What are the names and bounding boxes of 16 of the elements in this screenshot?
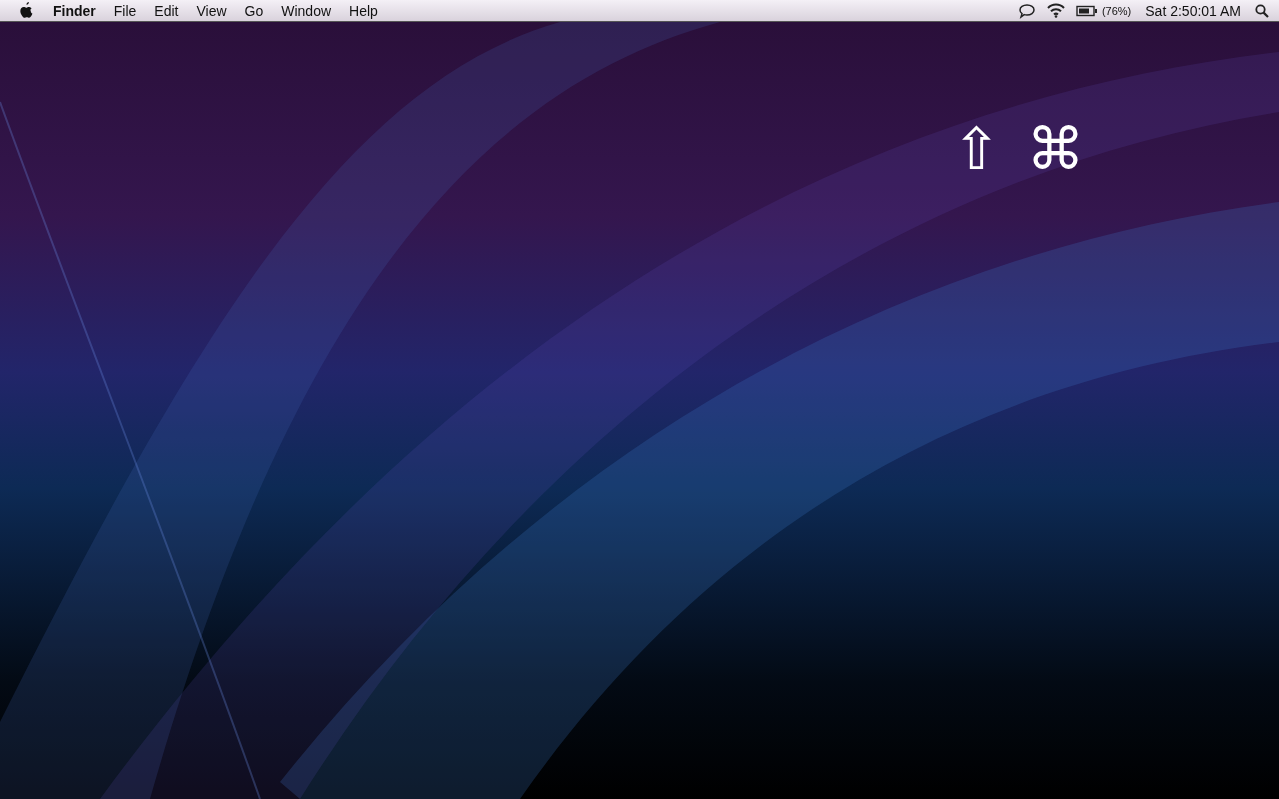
search-icon[interactable]	[1255, 3, 1269, 18]
menu-item[interactable]: Window	[272, 2, 341, 19]
apple-logo-icon[interactable]	[18, 2, 34, 19]
battery-icon[interactable]	[1075, 4, 1098, 17]
menu-item[interactable]: Edit	[145, 2, 188, 19]
battery-percentage: (76%)	[1101, 4, 1132, 17]
menu-item[interactable]: Help	[340, 2, 387, 19]
clock[interactable]: Sat 2:50:01 AM	[1141, 2, 1245, 19]
menu-item[interactable]: View	[187, 2, 236, 19]
speech-bubble-icon[interactable]	[1017, 2, 1036, 19]
app-menu[interactable]: Finder	[44, 2, 105, 19]
wifi-icon[interactable]	[1045, 3, 1066, 18]
keystroke-symbol: ⇧	[952, 120, 1001, 178]
keystroke-symbol: ⌘	[1026, 120, 1085, 178]
menu-item[interactable]: Go	[235, 2, 273, 19]
menu-item[interactable]: File	[104, 2, 146, 19]
